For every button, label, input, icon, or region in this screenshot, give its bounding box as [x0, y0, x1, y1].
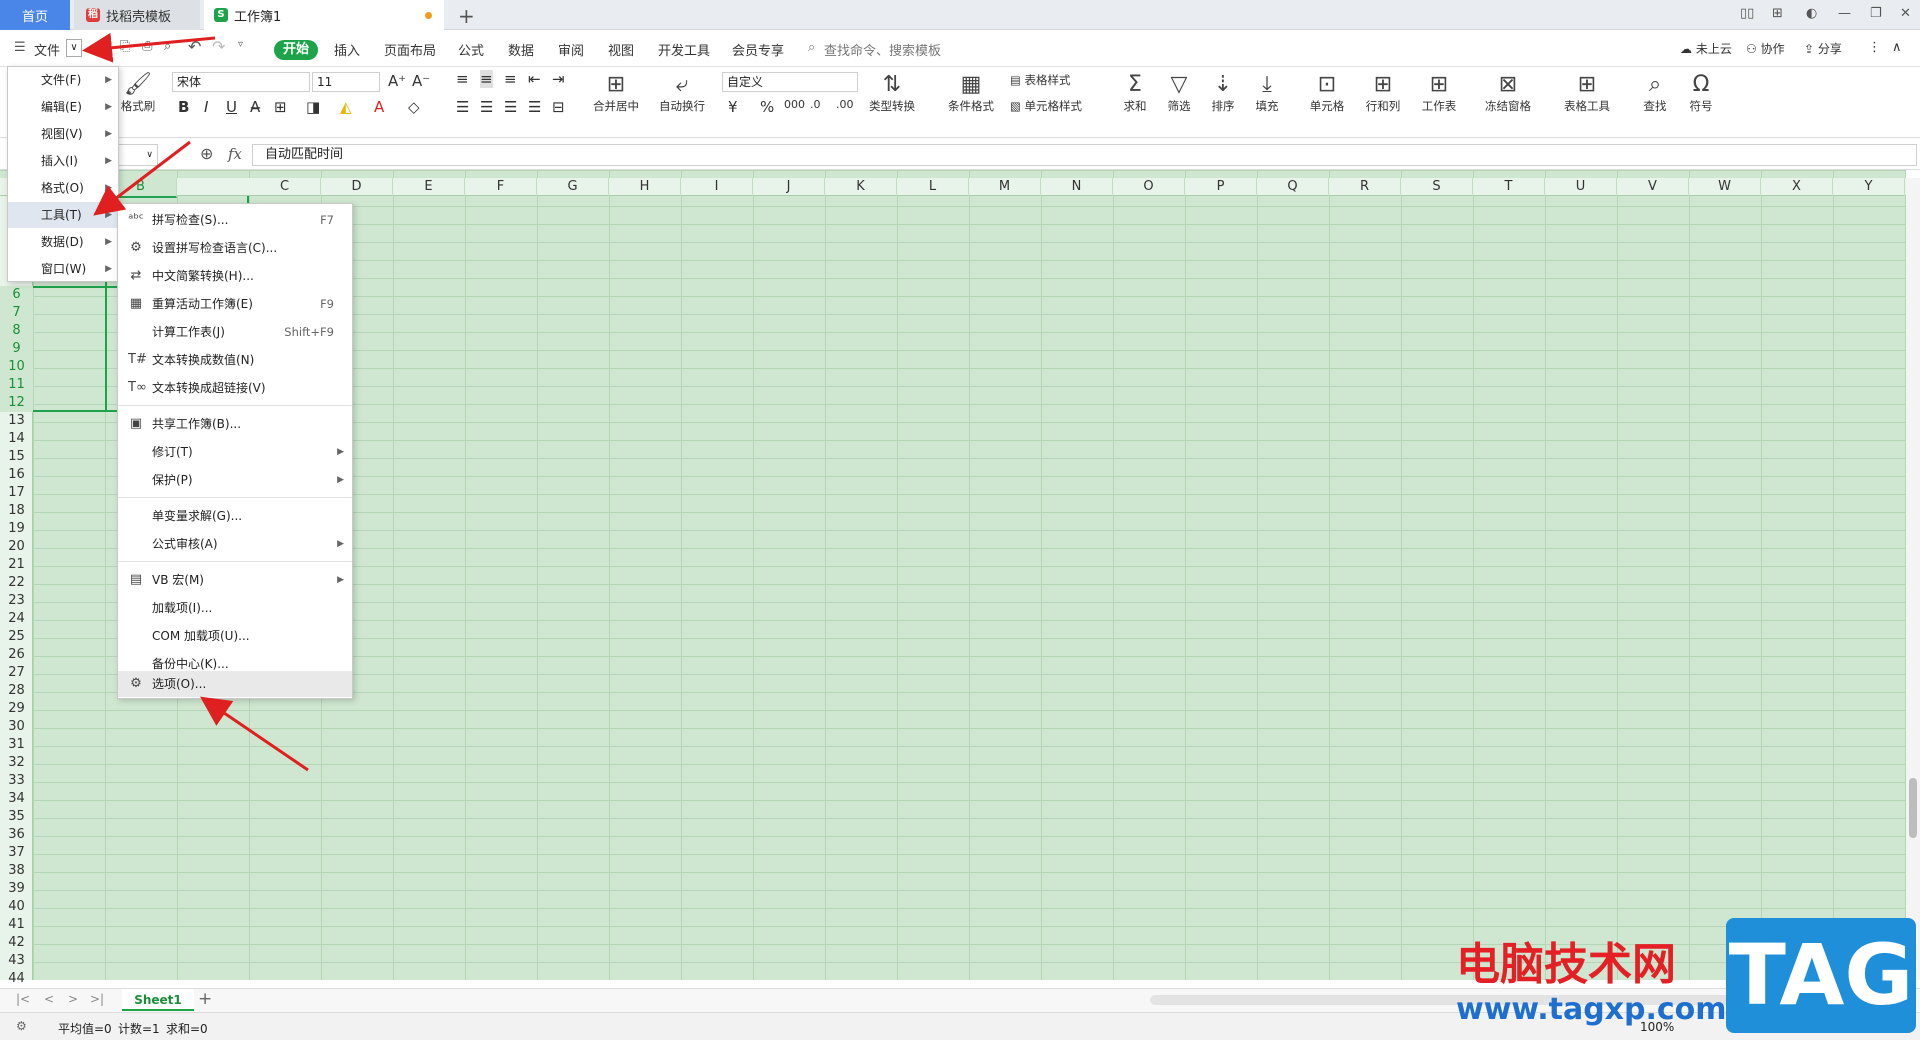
arrow-to-tools [93, 140, 191, 216]
watermark-url: www.tagxp.com [1456, 992, 1727, 1027]
watermark-tag-logo: TAG [1726, 918, 1916, 1033]
annotation-arrows [82, 32, 309, 772]
arrow-to-dropdown [82, 32, 216, 63]
arrow-to-options [200, 696, 309, 772]
watermark-cn: 电脑技术网 [1456, 939, 1676, 990]
